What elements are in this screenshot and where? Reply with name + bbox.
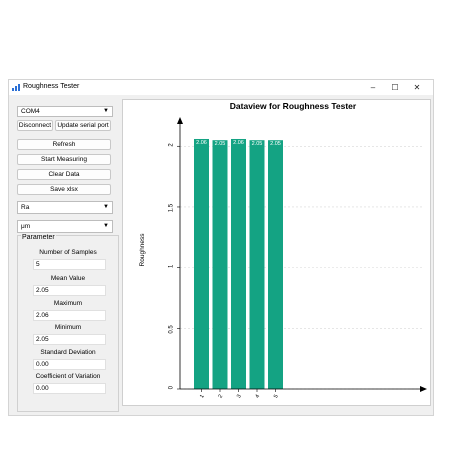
bar-data-label: 2.05: [215, 141, 226, 147]
window-title: Roughness Tester: [23, 83, 80, 90]
cv-label: Coefficient of Variation: [35, 373, 101, 380]
serial-port-select[interactable]: COM4 ▼: [17, 106, 113, 117]
std-dev-label: Standard Deviation: [40, 349, 96, 356]
x-tick-label: 4: [255, 394, 262, 400]
roughness-chart: Dataview for Roughness Tester Roughness …: [139, 101, 427, 400]
samples-field[interactable]: 5: [33, 259, 106, 270]
minimum-field[interactable]: 2.05: [33, 334, 106, 345]
parameter-select-value: Ra: [21, 204, 30, 211]
y-tick-label: 0.5: [169, 325, 175, 334]
x-tick-label: 1: [199, 394, 206, 400]
x-tick-label: 3: [236, 394, 243, 400]
y-tick-label: 2: [169, 143, 175, 147]
mean-label: Mean Value: [50, 275, 86, 282]
maximum-field[interactable]: 2.06: [33, 310, 106, 321]
refresh-button[interactable]: Refresh: [17, 139, 111, 150]
update-serial-port-button[interactable]: Update serial port: [55, 120, 111, 131]
x-tick-label: 2: [218, 394, 225, 400]
bar: [268, 140, 283, 389]
y-tick-label: 1.5: [169, 203, 175, 212]
bar: [231, 138, 246, 389]
bar: [212, 140, 228, 389]
std-dev-field[interactable]: 0.00: [33, 359, 106, 370]
start-measuring-button[interactable]: Start Measuring: [17, 154, 111, 165]
app-window: Roughness Tester – ☐ ✕ COM4 ▼ Disconnect…: [8, 79, 434, 416]
y-axis-label: Roughness: [139, 233, 146, 267]
unit-select-value: μm: [21, 223, 31, 230]
maximize-button[interactable]: ☐: [384, 81, 406, 94]
chart-icon: [12, 84, 20, 91]
save-xlsx-button[interactable]: Save xlsx: [17, 184, 111, 195]
chevron-down-icon: ▼: [103, 223, 109, 229]
close-button[interactable]: ✕: [406, 81, 428, 94]
samples-label: Number of Samples: [39, 249, 97, 256]
y-tick-label: 0: [169, 385, 175, 389]
y-tick-label: 1: [169, 264, 175, 268]
parameter-group-title: Parameter: [21, 234, 56, 241]
y-axis-arrow: [177, 117, 183, 124]
bar-data-label: 2.06: [233, 140, 244, 146]
title-bar: Roughness Tester – ☐ ✕: [9, 80, 433, 95]
disconnect-button[interactable]: Disconnect: [17, 120, 53, 131]
unit-select[interactable]: μm ▼: [17, 220, 113, 233]
minimum-label: Minimum: [54, 324, 82, 331]
x-axis-arrow: [420, 386, 427, 392]
chevron-down-icon: ▼: [103, 108, 109, 114]
parameter-group: Parameter Number of Samples 5 Mean Value…: [17, 234, 119, 412]
x-tick-label: 5: [273, 394, 280, 400]
cv-field[interactable]: 0.00: [33, 383, 106, 394]
control-sidebar: COM4 ▼ Disconnect Update serial port Ref…: [13, 97, 120, 412]
chart-title: Dataview for Roughness Tester: [230, 101, 357, 111]
maximum-label: Maximum: [53, 300, 83, 307]
serial-port-value: COM4: [21, 108, 40, 115]
clear-data-button[interactable]: Clear Data: [17, 169, 111, 180]
parameter-select[interactable]: Ra ▼: [17, 201, 113, 214]
bar: [249, 140, 265, 389]
chevron-down-icon: ▼: [103, 204, 109, 210]
mean-field[interactable]: 2.05: [33, 285, 106, 296]
minimize-button[interactable]: –: [362, 81, 384, 94]
bar-data-label: 2.06: [196, 140, 207, 146]
bar: [194, 138, 209, 389]
chart-panel: Dataview for Roughness Tester Roughness …: [122, 99, 431, 406]
bar-data-label: 2.05: [252, 141, 263, 147]
bar-data-label: 2.05: [270, 141, 281, 147]
